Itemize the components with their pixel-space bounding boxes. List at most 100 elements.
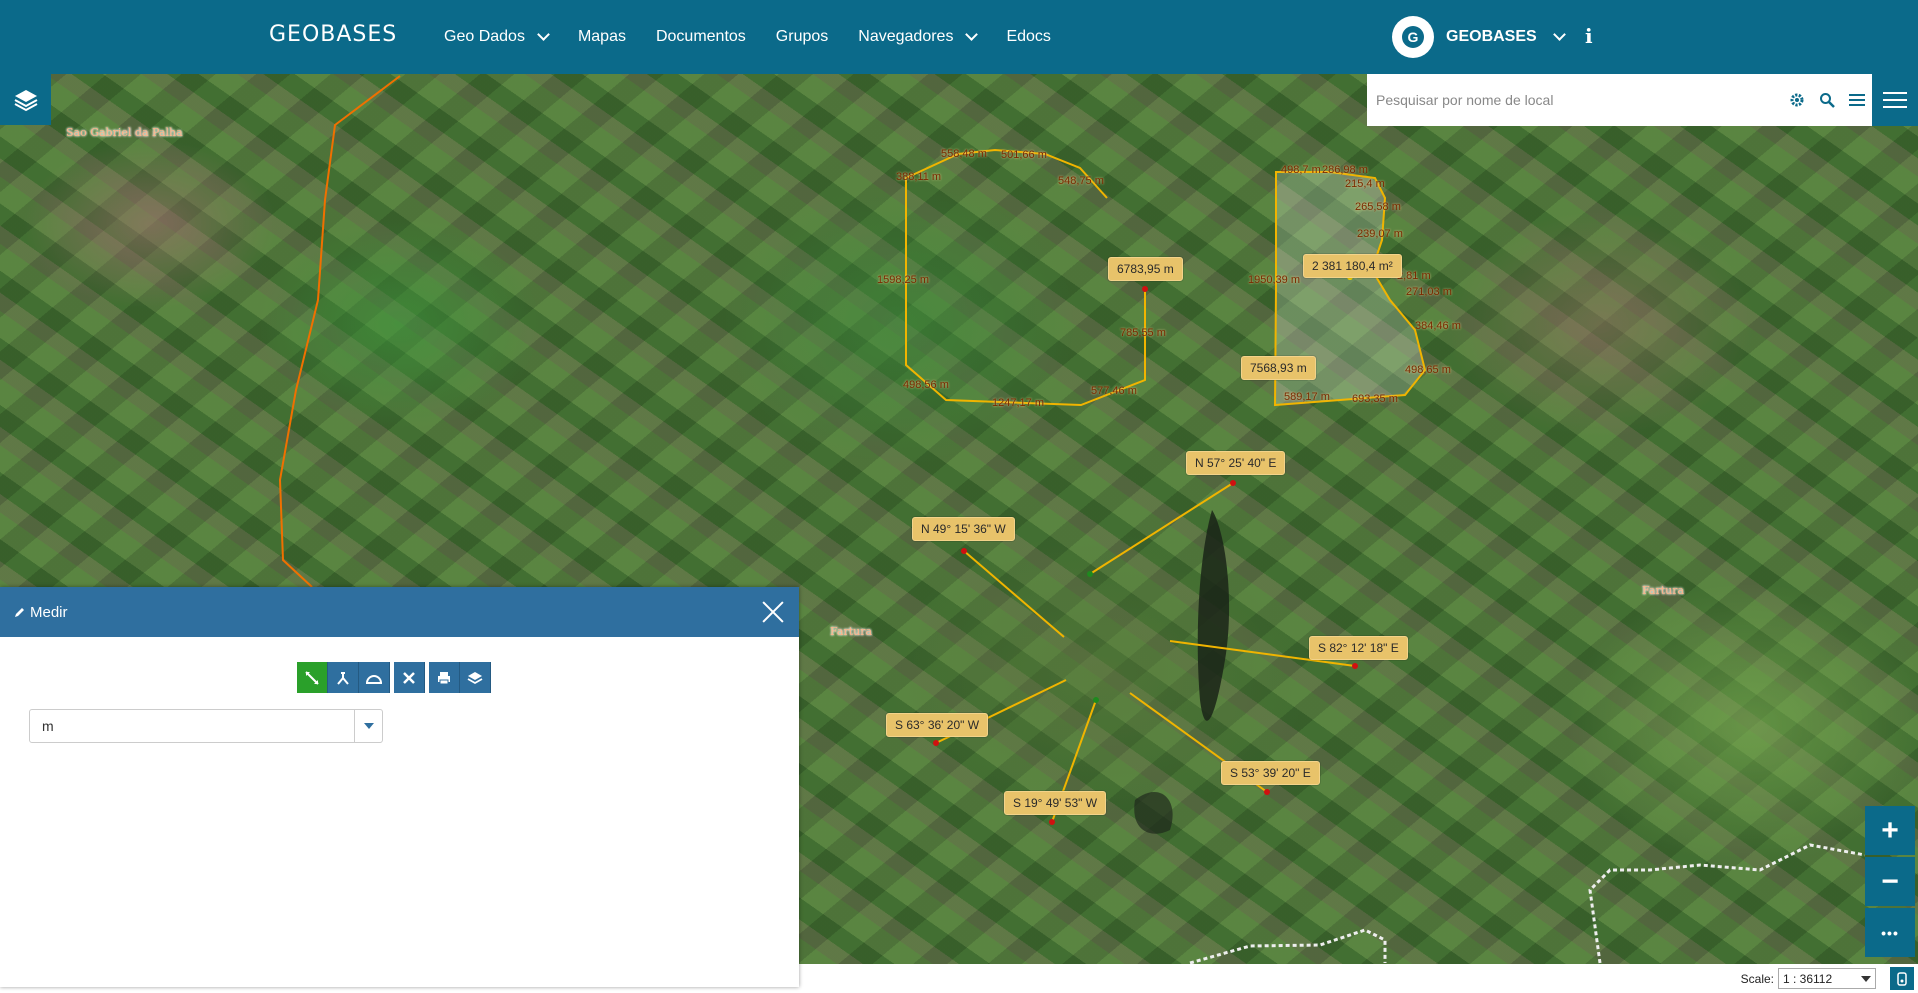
scale-control: Scale: 1 : 36112 [1741, 968, 1876, 989]
measure-distance-button[interactable] [297, 662, 328, 693]
chevron-down-icon [965, 28, 979, 41]
more-options-button[interactable]: ••• [1865, 908, 1915, 957]
brand-logo[interactable]: GEOBASES [269, 22, 397, 47]
segment-length-label: 1247,17 m [992, 397, 1044, 409]
user-menu[interactable]: G GEOBASES [1392, 16, 1566, 58]
scale-select[interactable]: 1 : 36112 [1778, 968, 1876, 989]
unit-select[interactable]: m [29, 709, 383, 743]
measure-bearing-button[interactable] [359, 662, 390, 693]
nav-label: Documentos [655, 28, 746, 45]
segment-length-label: 577,46 m [1091, 385, 1137, 397]
vertex-marker[interactable] [961, 548, 967, 554]
scale-value: 1 : 36112 [1783, 971, 1833, 986]
nav-label: Navegadores [858, 28, 954, 45]
segment-length-label: 501,66 m [1001, 149, 1047, 161]
nav-label: Geo Dados [444, 28, 525, 45]
segment-length-label: 1950,39 m [1248, 274, 1300, 286]
nav-edocs[interactable]: Edocs [1006, 28, 1050, 46]
avatar: G [1392, 16, 1434, 58]
bearing-tooltip: S 63° 36' 20" W [886, 713, 989, 737]
close-icon[interactable] [759, 598, 787, 626]
zoom-in-button[interactable]: + [1865, 806, 1915, 855]
boundary-dashed-line [1189, 928, 1387, 964]
bearing-tooltip: S 53° 39' 20" E [1221, 761, 1320, 785]
print-icon [438, 671, 450, 684]
measure-panel-header: Medir [0, 587, 799, 637]
vertex-marker[interactable] [1093, 697, 1099, 703]
vertex-marker[interactable] [1230, 480, 1236, 486]
place-label: Fartura [1642, 584, 1685, 597]
area-icon [337, 671, 349, 685]
geobases-logo-icon: G [1402, 26, 1424, 48]
total-length-tooltip: 7568,93 m [1241, 356, 1316, 380]
menu-hamburger-icon[interactable] [1872, 74, 1918, 126]
zoom-out-button[interactable]: − [1865, 857, 1915, 906]
nav-navegadores[interactable]: Navegadores [858, 28, 979, 46]
segment-length-label: 384,46 m [1415, 320, 1461, 332]
vertex-marker[interactable] [933, 740, 939, 746]
segment-length-label: 271,03 m [1406, 286, 1452, 298]
segment-length-label: 498,56 m [903, 379, 949, 391]
nav-documentos[interactable]: Documentos [656, 28, 746, 46]
measure-toolbar [297, 662, 491, 693]
add-layer-button[interactable] [460, 662, 491, 693]
vertex-marker[interactable] [1049, 819, 1055, 825]
list-icon[interactable] [1842, 74, 1872, 126]
bearing-arc-icon [366, 674, 382, 684]
segment-length-label: 498,7 m [1281, 164, 1321, 176]
bearing-line [963, 550, 1065, 638]
measure-panel: Medir m [0, 587, 799, 987]
bearing-tooltip: S 19° 49' 53" W [1004, 791, 1107, 815]
scale-label: Scale: [1740, 971, 1774, 986]
total-area-tooltip: 2 381 180,4 m² [1303, 254, 1402, 278]
layers-icon [467, 671, 483, 684]
vertex-marker[interactable] [1352, 663, 1358, 669]
measure-area-button[interactable] [328, 662, 359, 693]
total-length-tooltip: 6783,95 m [1108, 257, 1183, 281]
segment-length-label: 785,55 m [1120, 327, 1166, 339]
segment-length-label: 239,07 m [1357, 228, 1403, 240]
bearing-tooltip: S 82° 12' 18" E [1309, 636, 1408, 660]
segment-length-label: 558,48 m [941, 148, 987, 160]
layers-button[interactable] [0, 74, 51, 125]
close-icon [403, 671, 415, 684]
shadow-shape [1134, 791, 1173, 834]
segment-length-label: 265,58 m [1355, 201, 1401, 213]
segment-length-label: 498,65 m [1405, 364, 1451, 376]
vertex-marker[interactable] [1087, 571, 1093, 577]
segment-length-label: 2,81 m [1397, 270, 1431, 282]
place-label: Fartura [830, 625, 873, 638]
zoom-controls: + − ••• [1865, 806, 1915, 957]
segment-length-label: 589,17 m [1284, 391, 1330, 403]
location-search-bar [1367, 74, 1872, 126]
nav-mapas[interactable]: Mapas [578, 28, 626, 46]
main-nav: Geo Dados Mapas Documentos Grupos Navega… [444, 0, 1051, 74]
segment-length-label: 1598,25 m [877, 274, 929, 286]
nav-grupos[interactable]: Grupos [776, 28, 828, 46]
print-button[interactable] [429, 662, 460, 693]
search-icon[interactable] [1812, 74, 1842, 126]
ruler-line-icon [305, 670, 319, 685]
municipal-boundary-line [278, 75, 401, 588]
nav-geo-dados[interactable]: Geo Dados [444, 28, 550, 46]
clear-measure-button[interactable] [394, 662, 425, 693]
lake-shape [1197, 510, 1230, 721]
vertex-marker[interactable] [1264, 789, 1270, 795]
locate-icon[interactable] [1890, 967, 1914, 990]
gear-icon[interactable] [1782, 74, 1812, 126]
unit-select-value: m [42, 718, 54, 734]
segment-length-label: 693,35 m [1352, 393, 1398, 405]
nav-label: Grupos [775, 28, 829, 45]
svg-text:G: G [1408, 29, 1419, 45]
measure-panel-title: Medir [30, 603, 68, 621]
bearing-tooltip: N 49° 15' 36" W [912, 517, 1015, 541]
search-input[interactable] [1367, 74, 1782, 126]
segment-length-label: 215,4 m [1345, 178, 1385, 190]
segment-length-label: 548,75 m [1058, 175, 1104, 187]
boundary-dashed-line [1588, 843, 1866, 964]
info-icon[interactable]: i [1585, 24, 1593, 48]
vertex-marker[interactable] [1142, 286, 1148, 292]
place-label: Sao Gabriel da Palha [66, 126, 183, 139]
chevron-down-icon[interactable] [354, 710, 382, 742]
pencil-icon [15, 608, 24, 617]
